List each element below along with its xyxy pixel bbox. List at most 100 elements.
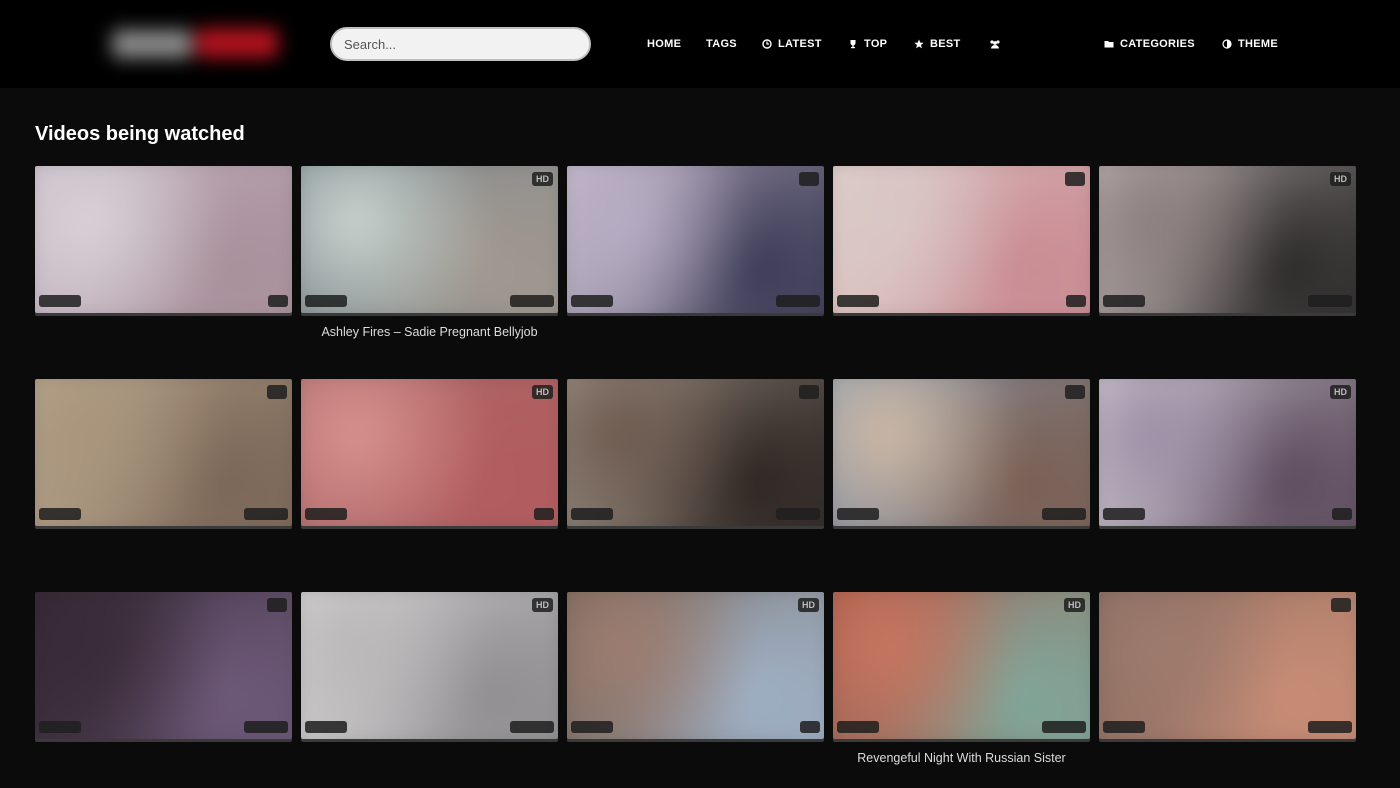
video-thumbnail[interactable]: HD xyxy=(301,166,558,313)
nav-best[interactable]: BEST xyxy=(914,36,961,52)
duration-badge xyxy=(510,295,554,307)
video-thumbnail[interactable]: HD xyxy=(301,592,558,739)
video-card[interactable]: HD xyxy=(301,592,558,767)
video-card[interactable] xyxy=(35,166,292,341)
nav-top-label: TOP xyxy=(864,38,888,50)
nav-tags-label: TAGS xyxy=(706,38,737,50)
duration-badge xyxy=(1042,721,1086,733)
nav-categories-label: CATEGORIES xyxy=(1120,38,1195,50)
video-title[interactable] xyxy=(1099,751,1356,767)
video-thumbnail[interactable] xyxy=(833,379,1090,526)
video-thumbnail[interactable]: HD xyxy=(833,592,1090,739)
video-card[interactable]: HD xyxy=(567,592,824,767)
video-thumbnail[interactable] xyxy=(35,592,292,739)
video-title[interactable] xyxy=(833,325,1090,341)
duration-badge xyxy=(244,508,288,520)
video-thumbnail[interactable]: HD xyxy=(1099,166,1356,313)
video-thumbnail[interactable] xyxy=(833,166,1090,313)
folder-icon xyxy=(1104,41,1114,48)
video-thumbnail[interactable] xyxy=(567,166,824,313)
video-card[interactable]: HD Revengeful Night With Russian Sister xyxy=(833,592,1090,767)
video-thumbnail[interactable] xyxy=(567,379,824,526)
video-card[interactable]: HD xyxy=(301,379,558,554)
views-badge xyxy=(39,721,81,733)
top-bar: HOME TAGS LATEST TOP BEST CATEGORIES THE… xyxy=(0,0,1400,88)
quality-badge xyxy=(799,172,819,186)
video-title[interactable] xyxy=(301,538,558,554)
hd-badge: HD xyxy=(532,598,553,612)
duration-badge xyxy=(1042,508,1086,520)
nav-tags[interactable]: TAGS xyxy=(706,36,737,52)
hd-badge: HD xyxy=(532,172,553,186)
views-badge xyxy=(837,508,879,520)
search-input[interactable] xyxy=(330,27,591,61)
quality-badge xyxy=(1065,172,1085,186)
video-thumbnail[interactable]: HD xyxy=(1099,379,1356,526)
views-badge xyxy=(837,721,879,733)
video-title[interactable] xyxy=(833,538,1090,554)
hd-badge: HD xyxy=(1064,598,1085,612)
nav-theme-label: THEME xyxy=(1238,38,1278,50)
video-title[interactable] xyxy=(35,751,292,767)
duration-badge xyxy=(776,508,820,520)
views-badge xyxy=(571,295,613,307)
video-card[interactable] xyxy=(833,379,1090,554)
video-title[interactable] xyxy=(1099,538,1356,554)
video-title[interactable] xyxy=(35,325,292,341)
video-thumbnail[interactable] xyxy=(35,379,292,526)
video-card[interactable] xyxy=(35,592,292,767)
video-card[interactable]: HD xyxy=(1099,166,1356,341)
site-logo[interactable] xyxy=(100,14,290,74)
video-thumbnail[interactable] xyxy=(35,166,292,313)
video-title[interactable] xyxy=(1099,325,1356,341)
duration-badge xyxy=(800,721,820,733)
video-title[interactable]: Revengeful Night With Russian Sister xyxy=(833,751,1090,767)
video-card[interactable] xyxy=(567,166,824,341)
views-badge xyxy=(1103,721,1145,733)
views-badge xyxy=(305,721,347,733)
hd-badge: HD xyxy=(532,385,553,399)
quality-badge xyxy=(799,385,819,399)
duration-badge xyxy=(1332,508,1352,520)
video-title[interactable] xyxy=(301,751,558,767)
quality-badge xyxy=(1331,598,1351,612)
video-card[interactable]: HD xyxy=(1099,379,1356,554)
video-thumbnail[interactable] xyxy=(1099,592,1356,739)
video-card[interactable] xyxy=(833,166,1090,341)
hd-badge: HD xyxy=(798,598,819,612)
hd-badge: HD xyxy=(1330,172,1351,186)
duration-badge xyxy=(1308,721,1352,733)
video-thumbnail[interactable]: HD xyxy=(301,379,558,526)
views-badge xyxy=(571,508,613,520)
duration-badge xyxy=(244,721,288,733)
quality-badge xyxy=(267,598,287,612)
nav-latest[interactable]: LATEST xyxy=(762,36,822,52)
views-badge xyxy=(1103,508,1145,520)
nav-top[interactable]: TOP xyxy=(848,36,887,52)
nav-best-label: BEST xyxy=(930,38,961,50)
video-card[interactable] xyxy=(1099,592,1356,767)
nav-categories[interactable]: CATEGORIES xyxy=(1104,36,1195,52)
video-card[interactable] xyxy=(567,379,824,554)
video-title[interactable]: Ashley Fires – Sadie Pregnant Bellyjob xyxy=(301,325,558,341)
views-badge xyxy=(305,295,347,307)
duration-badge xyxy=(776,295,820,307)
contrast-icon xyxy=(1222,39,1232,49)
video-title[interactable] xyxy=(567,538,824,554)
nav-community[interactable] xyxy=(989,36,1007,52)
star-icon xyxy=(914,39,924,49)
duration-badge xyxy=(1308,295,1352,307)
nav-home[interactable]: HOME xyxy=(647,36,681,52)
views-badge xyxy=(1103,295,1145,307)
video-card[interactable] xyxy=(35,379,292,554)
video-title[interactable] xyxy=(567,325,824,341)
video-title[interactable] xyxy=(35,538,292,554)
video-card[interactable]: HD Ashley Fires – Sadie Pregnant Bellyjob xyxy=(301,166,558,341)
views-badge xyxy=(571,721,613,733)
video-thumbnail[interactable]: HD xyxy=(567,592,824,739)
quality-badge xyxy=(267,385,287,399)
section-title: Videos being watched xyxy=(35,123,245,145)
duration-badge xyxy=(268,295,288,307)
nav-theme[interactable]: THEME xyxy=(1222,36,1278,52)
video-title[interactable] xyxy=(567,751,824,767)
